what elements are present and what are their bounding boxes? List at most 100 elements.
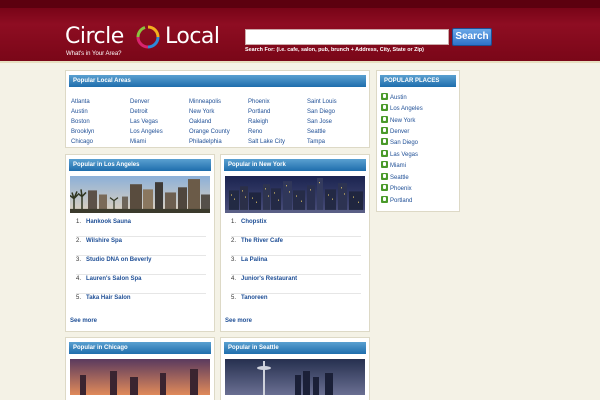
thumbs-up-icon: [381, 196, 388, 203]
business-link[interactable]: Studio DNA on Beverly: [86, 257, 151, 263]
place-item[interactable]: New York: [381, 116, 415, 127]
area-link[interactable]: Reno: [248, 129, 262, 135]
list-item[interactable]: 5. Tanoreen: [231, 294, 361, 313]
logo-circle-icon: [136, 25, 160, 49]
seattle-skyline-image: [225, 359, 365, 395]
area-link[interactable]: Portland: [248, 109, 270, 115]
area-link[interactable]: Austin: [71, 109, 88, 115]
area-column: Saint Louis San Diego San Jose Seattle T…: [307, 97, 337, 147]
chicago-skyline-image: [70, 359, 210, 395]
popular-in-chicago-panel: Popular in Chicago: [65, 337, 215, 400]
panel-title: POPULAR PLACES: [380, 75, 456, 87]
thumbs-up-icon: [381, 161, 388, 168]
area-link[interactable]: Minneapolis: [189, 99, 221, 105]
place-link[interactable]: New York: [390, 118, 415, 124]
area-link[interactable]: Brooklyn: [71, 129, 94, 135]
area-column: Denver Detroit Las Vegas Los Angeles Mia…: [130, 97, 163, 147]
list-item[interactable]: 4. Junior's Restaurant: [231, 275, 361, 294]
thumbs-up-icon: [381, 116, 388, 123]
list-item[interactable]: 2. The River Cafe: [231, 237, 361, 256]
place-item[interactable]: Phoenix: [381, 184, 412, 195]
place-link[interactable]: San Diego: [390, 140, 418, 146]
area-link[interactable]: Phoenix: [248, 99, 270, 105]
area-link[interactable]: Atlanta: [71, 99, 90, 105]
list-item[interactable]: 4. Lauren's Salon Spa: [76, 275, 206, 294]
thumbs-up-icon: [381, 184, 388, 191]
area-link[interactable]: Detroit: [130, 109, 148, 115]
area-link[interactable]: Boston: [71, 119, 90, 125]
thumbs-up-icon: [381, 173, 388, 180]
list-item[interactable]: 3. Studio DNA on Beverly: [76, 256, 206, 275]
panel-title: Popular in Seattle: [224, 342, 366, 354]
tagline: What's in Your Area?: [66, 51, 122, 57]
see-more-link[interactable]: See more: [70, 318, 97, 324]
business-link[interactable]: Junior's Restaurant: [241, 276, 297, 282]
place-link[interactable]: Las Vegas: [390, 152, 418, 158]
popular-in-ny-panel: Popular in New York 1. Chopstix 2. The Riv…: [220, 154, 370, 332]
area-column: Atlanta Austin Boston Brooklyn Chicago: [71, 97, 94, 147]
place-item[interactable]: San Diego: [381, 138, 418, 149]
business-link[interactable]: Lauren's Salon Spa: [86, 276, 141, 282]
area-link[interactable]: Chicago: [71, 139, 93, 145]
popular-in-la-panel: Popular in Los Angeles 1. Hankook Sauna 2…: [65, 154, 215, 332]
list-item[interactable]: 2. Wilshire Spa: [76, 237, 206, 256]
business-link[interactable]: La Palina: [241, 257, 267, 263]
place-item[interactable]: Las Vegas: [381, 150, 418, 161]
area-column: Minneapolis New York Oakland Orange Coun…: [189, 97, 230, 147]
thumbs-up-icon: [381, 138, 388, 145]
search-input[interactable]: [245, 29, 449, 45]
area-link[interactable]: Salt Lake City: [248, 139, 285, 145]
place-link[interactable]: Seattle: [390, 175, 409, 181]
list-item[interactable]: 1. Hankook Sauna: [76, 218, 206, 237]
thumbs-up-icon: [381, 150, 388, 157]
thumbs-up-icon: [381, 93, 388, 100]
place-item[interactable]: Los Angeles: [381, 104, 423, 115]
place-item[interactable]: Denver: [381, 127, 409, 138]
place-item[interactable]: Seattle: [381, 173, 409, 184]
place-link[interactable]: Denver: [390, 129, 409, 135]
popular-places-panel: POPULAR PLACES Austin Los Angeles New Yo…: [376, 70, 460, 212]
thumbs-up-icon: [381, 104, 388, 111]
business-link[interactable]: Chopstix: [241, 219, 267, 225]
area-link[interactable]: San Diego: [307, 109, 335, 115]
area-link[interactable]: Miami: [130, 139, 146, 145]
area-link[interactable]: Raleigh: [248, 119, 268, 125]
area-link[interactable]: San Jose: [307, 119, 332, 125]
area-column: Phoenix Portland Raleigh Reno Salt Lake …: [248, 97, 285, 147]
site-header: Circle Local What's in Your Area? Search…: [0, 0, 600, 63]
business-link[interactable]: Hankook Sauna: [86, 219, 131, 225]
place-link[interactable]: Phoenix: [390, 186, 412, 192]
place-item[interactable]: Portland: [381, 196, 412, 207]
area-link[interactable]: Denver: [130, 99, 149, 105]
place-item[interactable]: Austin: [381, 93, 407, 104]
search-button[interactable]: Search: [452, 28, 492, 46]
area-link[interactable]: Los Angeles: [130, 129, 163, 135]
business-link[interactable]: Tanoreen: [241, 295, 268, 301]
list-item[interactable]: 5. Taka Hair Salon: [76, 294, 206, 313]
area-link[interactable]: Saint Louis: [307, 99, 337, 105]
business-link[interactable]: Taka Hair Salon: [86, 295, 131, 301]
place-link[interactable]: Austin: [390, 95, 407, 101]
area-link[interactable]: Tampa: [307, 139, 325, 145]
area-link[interactable]: Oakland: [189, 119, 211, 125]
list-item[interactable]: 1. Chopstix: [231, 218, 361, 237]
place-link[interactable]: Los Angeles: [390, 106, 423, 112]
area-link[interactable]: Orange County: [189, 129, 230, 135]
place-link[interactable]: Portland: [390, 198, 412, 204]
business-link[interactable]: Wilshire Spa: [86, 238, 122, 244]
popular-local-areas-panel: Popular Local Areas Atlanta Austin Bosto…: [65, 70, 370, 148]
logo-text-right: Local: [165, 24, 220, 49]
panel-title: Popular in Chicago: [69, 342, 211, 354]
area-link[interactable]: New York: [189, 109, 214, 115]
search-hint: Search For: (i.e. cafe, salon, pub, brun…: [245, 47, 424, 53]
place-item[interactable]: Miami: [381, 161, 406, 172]
area-link[interactable]: Seattle: [307, 129, 326, 135]
area-link[interactable]: Las Vegas: [130, 119, 158, 125]
list-item[interactable]: 3. La Palina: [231, 256, 361, 275]
see-more-link[interactable]: See more: [225, 318, 252, 324]
header-top-stripe: [0, 0, 600, 8]
area-link[interactable]: Philadelphia: [189, 139, 222, 145]
place-link[interactable]: Miami: [390, 163, 406, 169]
business-link[interactable]: The River Cafe: [241, 238, 283, 244]
logo-text-left: Circle: [65, 24, 124, 49]
